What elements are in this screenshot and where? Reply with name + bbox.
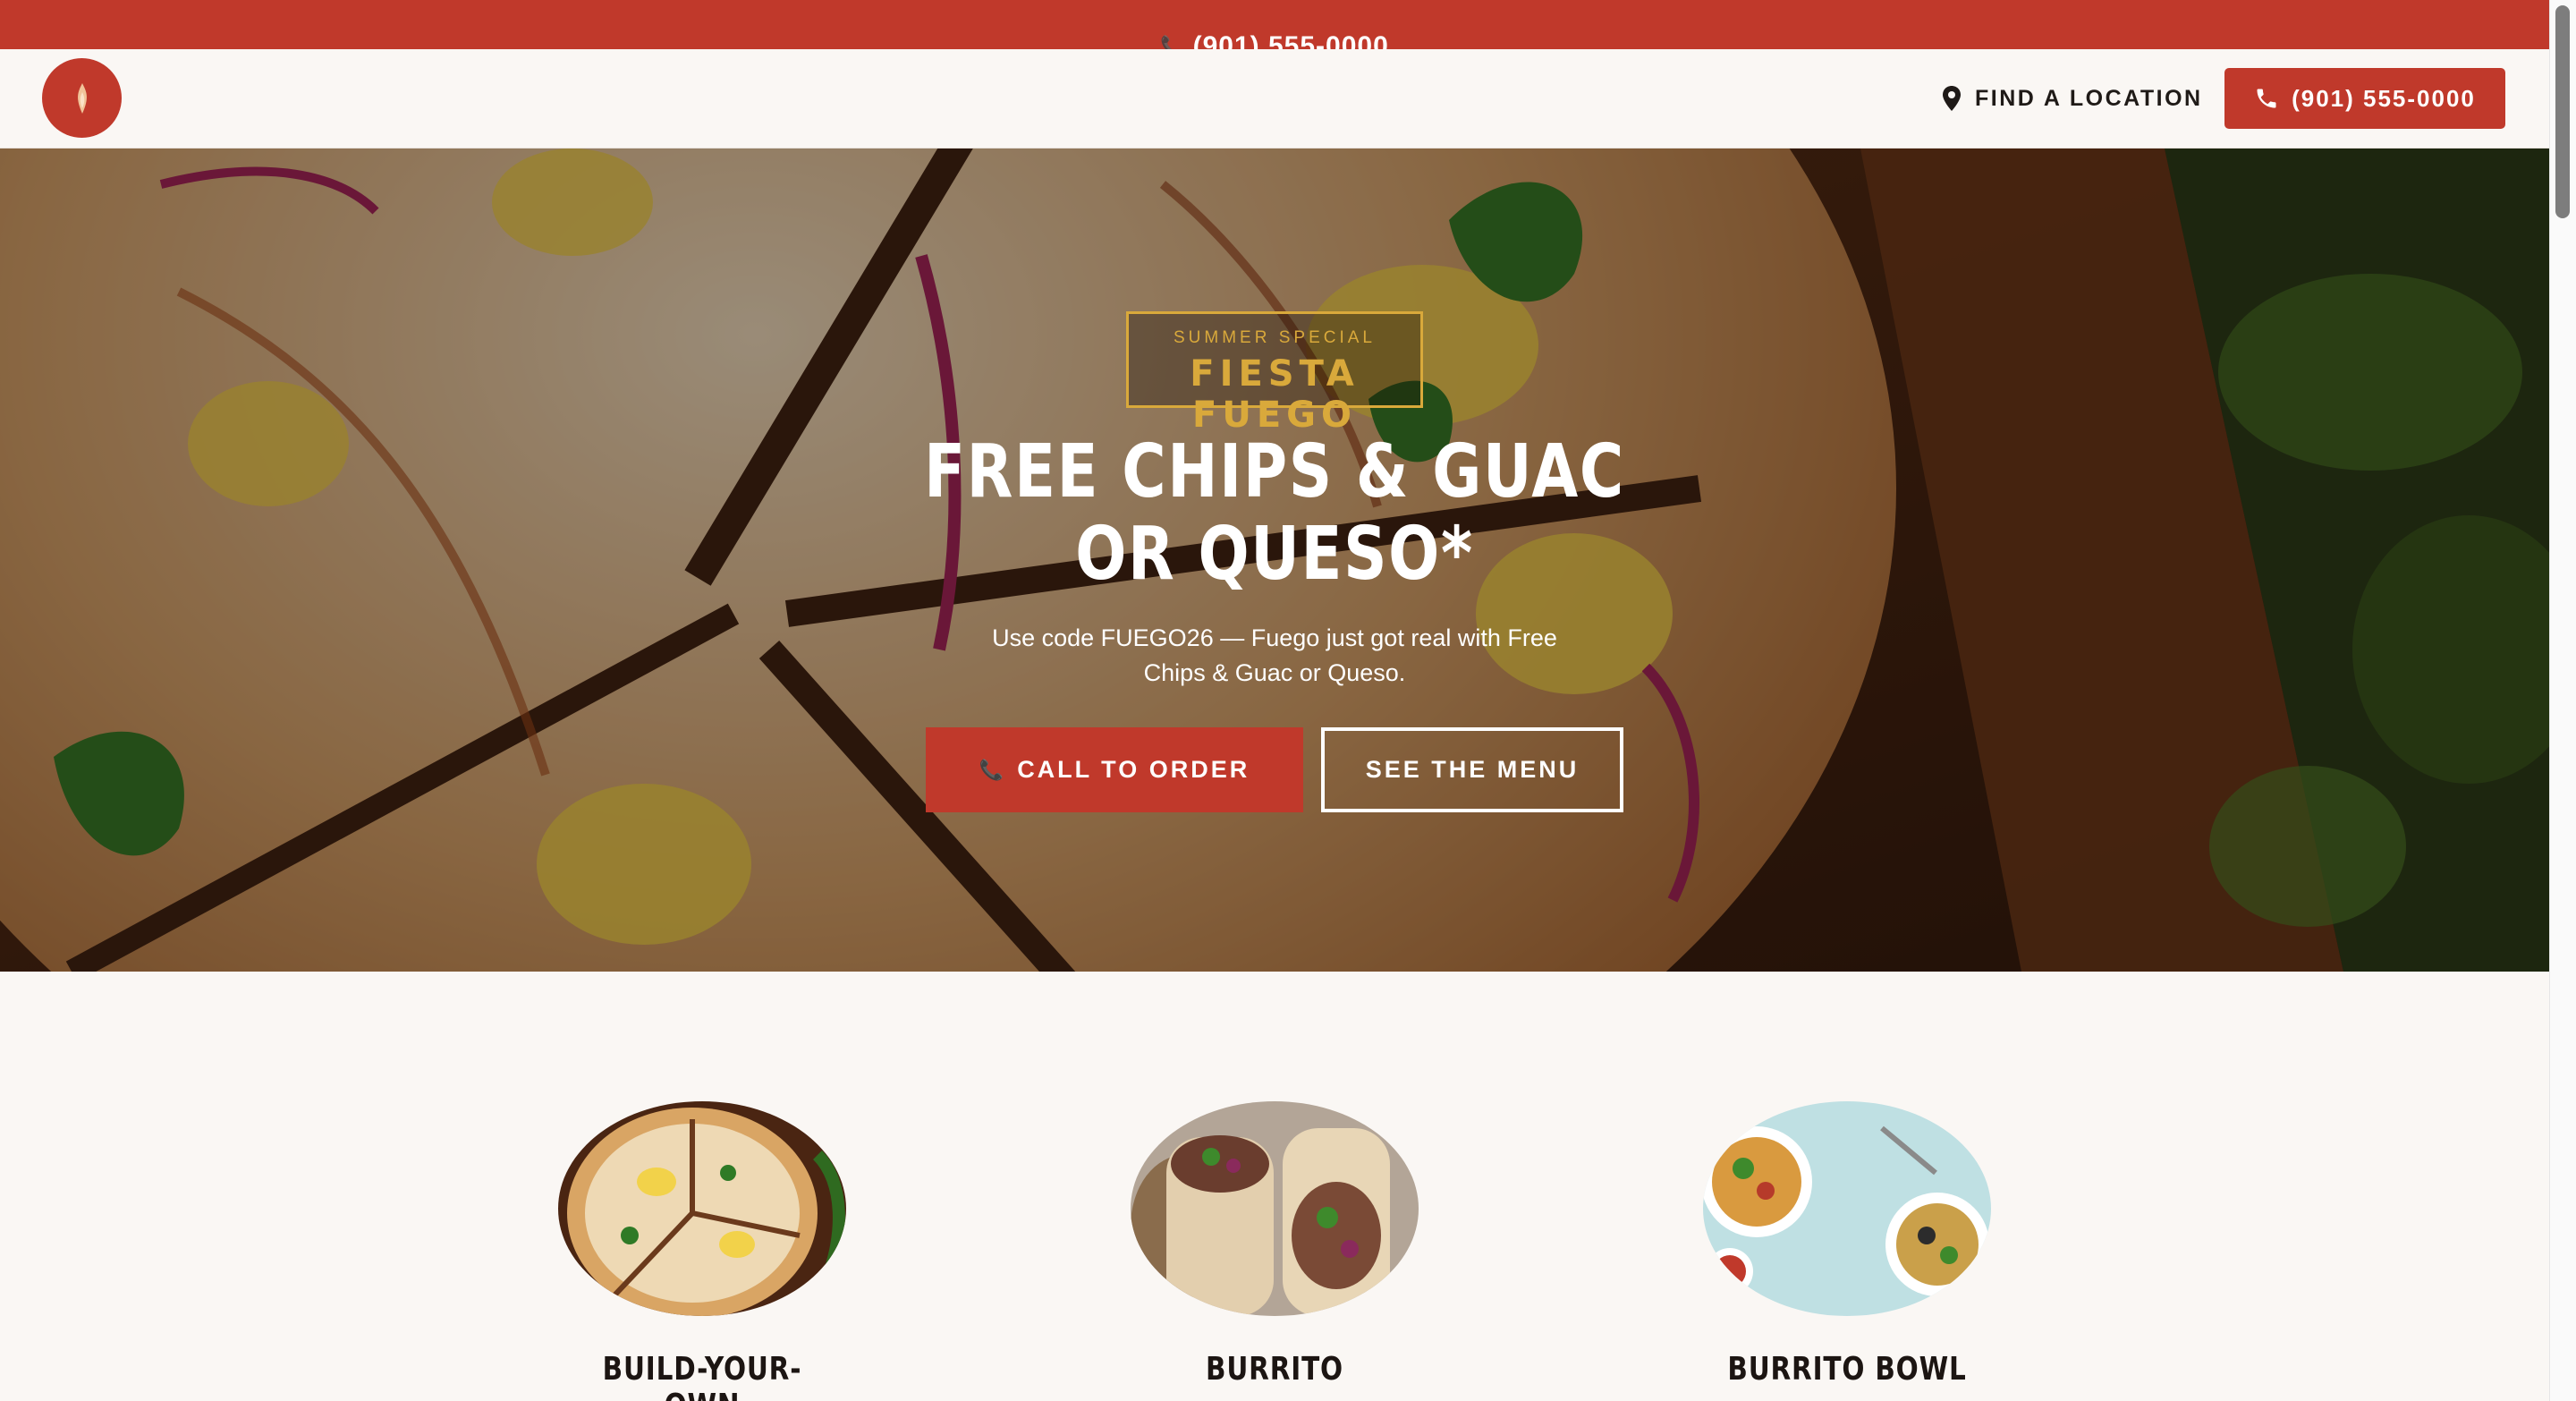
site-header: FIND A LOCATION (901) 555-0000 — [0, 49, 2549, 149]
promo-badge: SUMMER SPECIAL FIESTA FUEGO — [1126, 311, 1423, 436]
burrito-photo — [1131, 1101, 1419, 1316]
top-banner: 📞 (901) 555-0000 — [0, 0, 2549, 49]
promo-name: FIESTA FUEGO — [1190, 353, 1360, 436]
call-to-order-label: CALL TO ORDER — [1017, 756, 1250, 783]
menu-item-title: BURRITO BOWL — [1727, 1351, 1967, 1388]
menu-item-build-your-own[interactable]: BUILD-YOUR-OWN — [555, 1101, 850, 1401]
promo-eyebrow: SUMMER SPECIAL — [1174, 328, 1376, 347]
phone-icon: 📞 — [979, 758, 1007, 781]
see-the-menu-label: SEE THE MENU — [1365, 756, 1580, 783]
burrito-bowl-photo — [1701, 1101, 1991, 1316]
vertical-scrollbar[interactable] — [2549, 0, 2576, 1401]
map-pin-icon — [1943, 86, 1961, 111]
header-phone-label: (901) 555-0000 — [2292, 84, 2476, 112]
top-banner-phone-link[interactable]: 📞 (901) 555-0000 — [1160, 31, 1389, 49]
menu-item-title: BUILD-YOUR-OWN — [602, 1351, 802, 1401]
flame-icon — [77, 82, 87, 114]
header-phone-button[interactable]: (901) 555-0000 — [2224, 68, 2505, 129]
phone-icon: 📞 — [1160, 35, 1186, 49]
see-the-menu-button[interactable]: SEE THE MENU — [1321, 727, 1623, 812]
scrollbar-thumb[interactable] — [2555, 5, 2570, 218]
top-banner-phone-label: (901) 555-0000 — [1192, 31, 1389, 49]
menu-item-burrito[interactable]: BURRITO — [1127, 1101, 1422, 1388]
find-location-link[interactable]: FIND A LOCATION — [1941, 81, 2203, 116]
hero-subtitle: Use code FUEGO26 — Fuego just got real w… — [992, 624, 1557, 686]
call-to-order-button[interactable]: 📞 CALL TO ORDER — [926, 727, 1303, 812]
logo[interactable] — [42, 58, 122, 138]
find-location-label: FIND A LOCATION — [1975, 85, 2203, 111]
menu-item-burrito-bowl[interactable]: BURRITO BOWL — [1699, 1101, 1995, 1388]
menu-categories: BUILD-YOUR-OWN BURRITO — [0, 972, 2549, 1401]
hero-banner: SUMMER SPECIAL FIESTA FUEGO FREE CHIPS &… — [0, 149, 2549, 972]
phone-icon — [2257, 89, 2276, 108]
hero-title: FREE CHIPS & GUAC OR QUESO* — [908, 431, 1641, 596]
hero-title-line1: FREE CHIPS & GUAC — [924, 429, 1625, 514]
menu-item-title: BURRITO — [1206, 1351, 1343, 1388]
hero-title-line2: OR QUESO* — [1075, 512, 1474, 597]
page: 📞 (901) 555-0000 FIND A LOCATION (901) 5… — [0, 0, 2576, 1401]
pizza-photo — [558, 1101, 846, 1319]
